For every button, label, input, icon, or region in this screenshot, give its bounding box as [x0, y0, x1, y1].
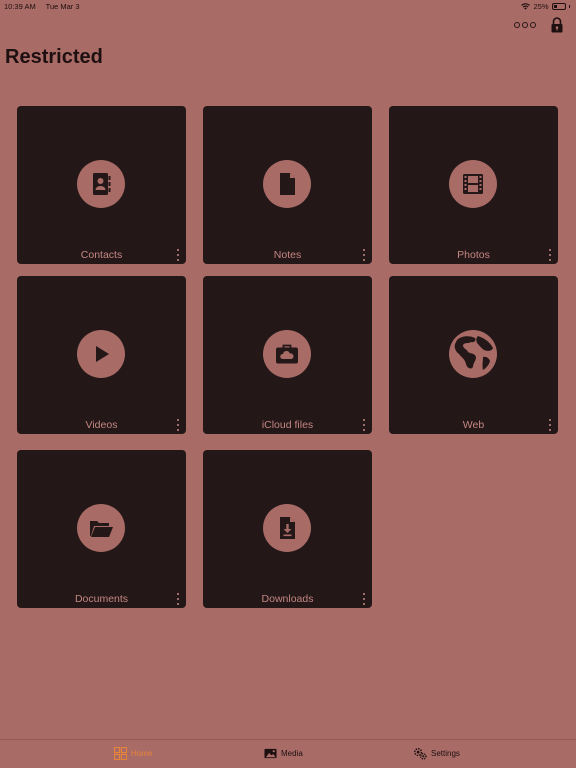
tile-label: Web	[462, 419, 485, 431]
folder-icon	[90, 521, 113, 537]
status-time: 10:39 AM	[4, 2, 36, 11]
grid-icon	[114, 747, 127, 760]
tab-label: Settings	[431, 749, 460, 758]
tile-documents[interactable]: Documents	[17, 450, 186, 608]
tile-label: Downloads	[261, 593, 314, 605]
tile-downloads[interactable]: Downloads	[203, 450, 372, 608]
tile-photos[interactable]: Photos	[389, 106, 558, 264]
tile-notes[interactable]: Notes	[203, 106, 372, 264]
status-bar: 10:39 AM Tue Mar 3 25%	[0, 0, 576, 13]
status-date: Tue Mar 3	[45, 2, 80, 11]
tile-menu-button[interactable]	[361, 419, 367, 431]
tab-bar: Home Media Settings	[0, 739, 576, 768]
tab-label: Media	[281, 749, 303, 758]
tab-media[interactable]: Media	[264, 747, 303, 760]
tile-menu-button[interactable]	[547, 249, 553, 261]
tile-menu-button[interactable]	[175, 593, 181, 605]
wifi-icon	[521, 3, 531, 10]
tile-icloud-files[interactable]: iCloud files	[203, 276, 372, 434]
tile-label: iCloud files	[261, 419, 314, 431]
page-title: Restricted	[5, 46, 103, 68]
battery-percent: 25%	[533, 2, 549, 11]
tile-menu-button[interactable]	[175, 419, 181, 431]
contacts-book-icon	[93, 173, 111, 195]
film-strip-icon	[463, 174, 483, 194]
download-file-icon	[280, 517, 295, 539]
tile-contacts[interactable]: Contacts	[17, 106, 186, 264]
tile-label: Contacts	[80, 249, 123, 261]
note-document-icon	[280, 173, 295, 195]
tile-label: Documents	[74, 593, 129, 605]
tab-home[interactable]: Home	[114, 747, 152, 760]
tile-menu-button[interactable]	[361, 593, 367, 605]
cloud-briefcase-icon	[276, 344, 298, 364]
globe-icon	[449, 330, 497, 378]
gears-icon	[414, 748, 427, 760]
tile-videos[interactable]: Videos	[17, 276, 186, 434]
image-icon	[264, 748, 277, 759]
tile-label: Videos	[85, 419, 118, 431]
more-circles-icon[interactable]	[514, 22, 536, 28]
tile-web[interactable]: Web	[389, 276, 558, 434]
battery-icon	[551, 3, 566, 10]
play-icon	[96, 346, 109, 362]
tile-menu-button[interactable]	[361, 249, 367, 261]
lock-icon[interactable]	[550, 17, 564, 33]
tile-label: Notes	[273, 249, 302, 261]
tile-menu-button[interactable]	[547, 419, 553, 431]
tile-label: Photos	[457, 249, 490, 261]
tab-label: Home	[131, 749, 153, 758]
tile-menu-button[interactable]	[175, 249, 181, 261]
tab-settings[interactable]: Settings	[414, 747, 460, 760]
